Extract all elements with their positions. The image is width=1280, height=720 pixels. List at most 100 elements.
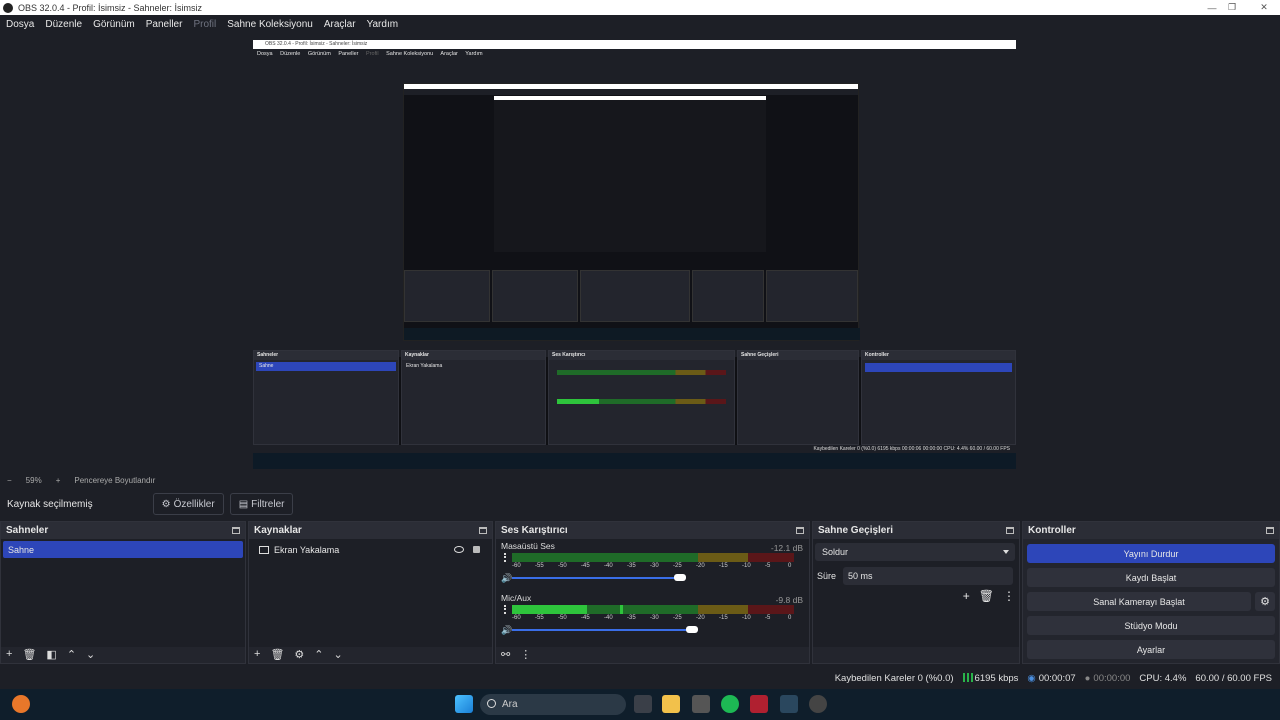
lock-icon[interactable] <box>473 546 480 553</box>
volume-knob[interactable] <box>674 574 686 581</box>
preview-nested-canvas <box>253 59 1016 357</box>
windows-start-icon[interactable] <box>455 695 473 713</box>
meter-tick-label: -40 <box>604 615 613 621</box>
studio-mode-button[interactable]: Stüdyo Modu <box>1027 616 1275 635</box>
menu-profil[interactable]: Profil <box>193 19 216 30</box>
meter-tick-label: -60 <box>512 563 521 569</box>
stop-stream-button[interactable]: Yayını Durdur <box>1027 544 1275 563</box>
preview-menu-item: Düzenle <box>280 51 301 57</box>
spotify-icon[interactable] <box>721 695 739 713</box>
speaker-icon[interactable]: 🔊 <box>501 573 512 584</box>
menu-araclar[interactable]: Araçlar <box>324 19 356 30</box>
duration-input[interactable]: 50 ms <box>843 567 1013 585</box>
advanced-audio-icon[interactable]: ⚯ <box>501 648 510 661</box>
file-explorer-icon[interactable] <box>662 695 680 713</box>
channel-menu-icon[interactable] <box>504 605 506 614</box>
mixer-channel: Masaüstü Ses -12.1 dB -60 -55 -50 -45 -40 -35… <box>496 539 809 591</box>
meter-ticks: -60 -55 -50 -45 -40 -35 -30 -25 -20 -15 -10 -5 0 <box>512 563 794 573</box>
volume-slider[interactable] <box>512 574 686 581</box>
preview-window-title: OBS 32.0.4 - Profil: İsimsiz - Sahneler:… <box>253 40 1016 49</box>
start-record-button[interactable]: Kaydı Başlat <box>1027 568 1275 587</box>
gear-icon: ⚙ <box>161 498 171 510</box>
remove-scene-icon[interactable]: 🗑 <box>22 648 36 661</box>
undock-icon[interactable] <box>1266 527 1274 534</box>
maximize-icon[interactable]: ❐ <box>1216 0 1248 15</box>
preview-canvas[interactable]: OBS 32.0.4 - Profil: İsimsiz - Sahneler:… <box>253 40 1016 469</box>
undock-icon[interactable] <box>796 527 804 534</box>
channel-menu-icon[interactable] <box>504 553 506 562</box>
meter-ticks: -60 -55 -50 -45 -40 -35 -30 -25 -20 -15 -10 -5 0 <box>512 615 794 625</box>
add-scene-icon[interactable]: + <box>6 648 12 660</box>
visibility-icon[interactable] <box>454 546 464 553</box>
status-bar: Kaybedilen Kareler 0 (%0.0) 6195 kbps ◉ 0… <box>0 667 1280 689</box>
steam-icon[interactable] <box>780 695 798 713</box>
meter-tick-label: -30 <box>650 615 659 621</box>
meter-tick-label: -25 <box>673 615 682 621</box>
no-source-label: Kaynak seçilmemiş <box>7 498 93 510</box>
menu-sahne-koleksiyonu[interactable]: Sahne Koleksiyonu <box>227 19 313 30</box>
fit-to-window[interactable]: Pencereye Boyutlandır <box>74 476 155 485</box>
meter-tick-label: -25 <box>673 563 682 569</box>
taskbar-search[interactable]: Ara <box>480 694 626 715</box>
remove-source-icon[interactable]: 🗑 <box>270 648 284 661</box>
meter-yellow-zone <box>698 605 748 614</box>
menu-paneller[interactable]: Paneller <box>146 19 183 30</box>
app-notification-icon[interactable] <box>12 695 30 713</box>
opera-icon[interactable] <box>750 695 768 713</box>
channel-db: -12.1 dB <box>770 543 803 553</box>
undock-icon[interactable] <box>232 527 240 534</box>
duration-row: Süre 50 ms <box>813 567 1017 585</box>
recursive-panel <box>692 270 764 322</box>
add-source-icon[interactable]: + <box>254 648 260 660</box>
menu-duzenle[interactable]: Düzenle <box>45 19 82 30</box>
undock-icon[interactable] <box>479 527 487 534</box>
scene-item[interactable]: Sahne <box>3 541 243 558</box>
recursive-panel <box>580 270 690 322</box>
properties-button[interactable]: ⚙ Özellikler <box>152 493 224 515</box>
meter-tick-label: -20 <box>696 615 705 621</box>
scenes-dock: Sahneler Sahne + 🗑 ◧ ⌃ ⌄ <box>0 521 246 664</box>
settings-button[interactable]: Ayarlar <box>1027 640 1275 659</box>
mixer-menu-icon[interactable]: ⋮ <box>520 648 531 661</box>
transition-menu-icon[interactable]: ⋮ <box>1003 589 1015 603</box>
transition-select[interactable]: Soldur <box>815 543 1015 561</box>
speaker-icon[interactable]: 🔊 <box>501 625 512 636</box>
mixer-channel: Mic/Aux -9.8 dB -60 -55 -50 -45 -40 -35 -30 -25… <box>496 591 809 643</box>
move-up-icon[interactable]: ⌃ <box>314 648 323 661</box>
recursive-menu <box>404 89 858 95</box>
remove-transition-icon[interactable]: 🗑 <box>979 589 994 603</box>
zoom-out-button[interactable]: − <box>7 476 12 485</box>
source-item[interactable]: Ekran Yakalama <box>251 541 490 558</box>
preview-docks: Sahneler Sahne Kaynaklar Ekran Yakalama … <box>253 350 1016 445</box>
meter-tick-label: -10 <box>742 615 751 621</box>
chevron-down-icon <box>1003 550 1009 554</box>
obs-taskbar-icon[interactable] <box>809 695 827 713</box>
menu-yardim[interactable]: Yardım <box>367 19 399 30</box>
virtual-camera-button[interactable]: Sanal Kamerayı Başlat <box>1027 592 1251 611</box>
close-icon[interactable]: ✕ <box>1248 0 1280 15</box>
volume-slider[interactable] <box>512 626 698 633</box>
move-down-icon[interactable]: ⌄ <box>334 648 343 661</box>
filter-icon: ▤ <box>238 498 249 510</box>
virtual-camera-settings-icon[interactable]: ⚙ <box>1255 592 1275 611</box>
move-up-icon[interactable]: ⌃ <box>67 648 76 661</box>
task-view-icon[interactable] <box>634 695 652 713</box>
menu-dosya[interactable]: Dosya <box>6 19 34 30</box>
volume-meter <box>512 553 794 562</box>
app-icon[interactable] <box>692 695 710 713</box>
source-properties-icon[interactable]: ⚙ <box>294 648 304 661</box>
add-transition-icon[interactable]: + <box>963 589 970 603</box>
preview-mixer-dock: Ses Karıştırıcı <box>548 350 735 445</box>
volume-knob[interactable] <box>686 626 698 633</box>
zoom-in-button[interactable]: + <box>56 476 61 485</box>
fps: 60.00 / 60.00 FPS <box>1195 672 1272 684</box>
undock-icon[interactable] <box>1006 527 1014 534</box>
preview-menu-item: Sahne Koleksiyonu <box>386 51 434 57</box>
menu-gorunum[interactable]: Görünüm <box>93 19 135 30</box>
sources-title: Kaynaklar <box>254 525 302 536</box>
filters-button[interactable]: ▤ Filtreler <box>229 493 294 515</box>
meter-tick-label: -45 <box>581 615 590 621</box>
move-down-icon[interactable]: ⌄ <box>86 648 95 661</box>
windows-taskbar: Ara <box>0 689 1280 720</box>
scene-filter-icon[interactable]: ◧ <box>46 648 56 661</box>
